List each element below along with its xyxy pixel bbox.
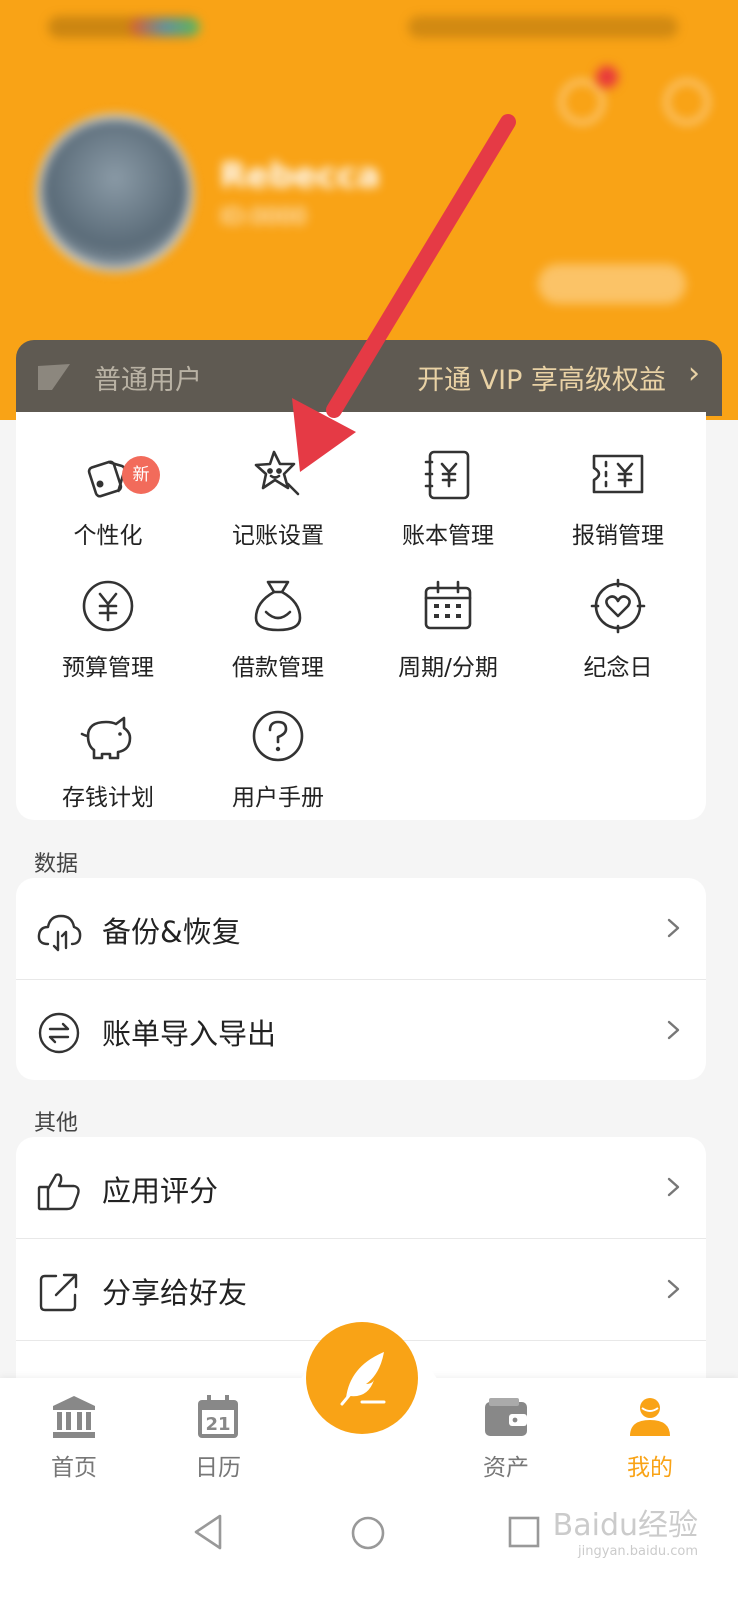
row-label: 账单导入导出 bbox=[102, 1017, 277, 1051]
grid-item-loan[interactable]: 借款管理 bbox=[192, 562, 364, 682]
grid-item-reimbursement[interactable]: 报销管理 bbox=[532, 430, 704, 550]
message-icon[interactable] bbox=[560, 80, 604, 124]
tab-label: 我的 bbox=[627, 1455, 673, 1481]
chevron-right-icon bbox=[667, 1020, 680, 1040]
chevron-right-icon: › bbox=[688, 356, 700, 391]
row-label: 备份&恢复 bbox=[102, 915, 241, 949]
share-icon bbox=[39, 1273, 78, 1312]
grid-item-label: 纪念日 bbox=[583, 655, 653, 681]
grid-item-savings-plan[interactable]: 存钱计划 bbox=[22, 692, 194, 812]
grid-item-label: 用户手册 bbox=[232, 785, 324, 811]
grid-item-bookkeeping-settings[interactable]: 记账设置 bbox=[192, 430, 364, 550]
wallet-icon bbox=[485, 1398, 527, 1436]
quill-icon bbox=[340, 1352, 386, 1406]
grid-item-label: 存钱计划 bbox=[62, 785, 154, 811]
yen-circle-icon bbox=[82, 580, 134, 632]
bank-icon bbox=[53, 1396, 95, 1438]
ledger-icon bbox=[424, 450, 470, 500]
grid-item-label: 记账设置 bbox=[232, 523, 324, 549]
user-icon bbox=[630, 1398, 670, 1436]
chevron-right-icon bbox=[667, 918, 680, 938]
row-backup-restore[interactable]: 备份&恢复 bbox=[16, 878, 706, 980]
grid-item-label: 个性化 bbox=[73, 523, 143, 549]
grid-item-label: 借款管理 bbox=[232, 655, 324, 681]
grid-item-label: 报销管理 bbox=[572, 523, 664, 549]
reimburse-ticket-icon bbox=[592, 454, 644, 494]
calendar-grid-icon bbox=[424, 580, 472, 630]
add-record-button[interactable] bbox=[306, 1322, 418, 1434]
grid-item-cycle-installment[interactable]: 周期/分期 bbox=[362, 562, 534, 682]
section-title-other: 其他 bbox=[34, 1111, 79, 1136]
thumbs-up-icon bbox=[37, 1173, 80, 1211]
watermark: Baidu经验 jingyan.baidu.com bbox=[553, 1500, 698, 1559]
grid-item-personalize[interactable]: 新 个性化 bbox=[22, 430, 194, 550]
tab-label: 首页 bbox=[51, 1455, 97, 1481]
grid-item-anniversary[interactable]: 纪念日 bbox=[532, 562, 704, 682]
profile-header: Rebecca ID:0000 普通用户 开通 VIP 享高级权益 › bbox=[0, 0, 738, 420]
settings-icon[interactable] bbox=[665, 80, 709, 124]
grid-item-label: 预算管理 bbox=[62, 655, 154, 681]
user-id: ID:0000 bbox=[220, 205, 307, 230]
watermark-text: Baidu经验 bbox=[552, 1508, 698, 1543]
calendar-date: 21 bbox=[205, 1414, 230, 1435]
row-rate-app[interactable]: 应用评分 bbox=[16, 1137, 706, 1239]
feature-grid: 新 个性化 记账设置 账本管理 报销管理 预算管理 借款管理 周期/分期 纪念日… bbox=[16, 412, 706, 820]
tab-mine[interactable]: 我的 bbox=[590, 1390, 710, 1486]
notification-dot bbox=[596, 66, 618, 88]
money-bag-icon bbox=[254, 580, 302, 632]
home-circle-icon[interactable] bbox=[349, 1514, 387, 1552]
tab-calendar[interactable]: 21 日历 bbox=[158, 1390, 278, 1486]
vip-badge-icon bbox=[38, 364, 70, 390]
new-badge: 新 bbox=[122, 456, 160, 494]
heart-target-icon bbox=[590, 578, 646, 634]
grid-item-label: 账本管理 bbox=[402, 523, 494, 549]
grid-item-user-manual[interactable]: 用户手册 bbox=[192, 692, 364, 812]
data-card: 备份&恢复 账单导入导出 bbox=[16, 878, 706, 1080]
grid-item-ledger-management[interactable]: 账本管理 bbox=[362, 430, 534, 550]
row-label: 分享给好友 bbox=[102, 1276, 248, 1310]
status-right bbox=[408, 16, 678, 38]
watermark-sub: jingyan.baidu.com bbox=[578, 1544, 698, 1559]
tab-assets[interactable]: 资产 bbox=[446, 1390, 566, 1486]
row-label: 应用评分 bbox=[102, 1174, 219, 1208]
tab-label: 资产 bbox=[483, 1455, 529, 1481]
question-circle-icon bbox=[252, 710, 304, 762]
section-title-data: 数据 bbox=[34, 852, 79, 877]
chevron-right-icon bbox=[667, 1279, 680, 1299]
status-bar bbox=[0, 14, 738, 42]
star-face-icon bbox=[254, 450, 300, 496]
calendar-icon: 21 bbox=[198, 1395, 238, 1438]
recents-square-icon[interactable] bbox=[506, 1514, 542, 1550]
avatar[interactable] bbox=[36, 114, 194, 272]
import-export-icon bbox=[38, 1012, 80, 1054]
row-import-export[interactable]: 账单导入导出 bbox=[16, 980, 706, 1082]
back-icon[interactable] bbox=[190, 1512, 226, 1552]
vip-level: 普通用户 bbox=[94, 365, 202, 396]
header-action-button[interactable] bbox=[538, 264, 686, 304]
tab-label: 日历 bbox=[195, 1455, 241, 1481]
vip-banner[interactable]: 普通用户 开通 VIP 享高级权益 › bbox=[16, 340, 722, 416]
cloud-sync-icon bbox=[37, 914, 82, 952]
status-app-icons bbox=[130, 18, 200, 36]
grid-item-budget[interactable]: 预算管理 bbox=[22, 562, 194, 682]
chevron-right-icon bbox=[667, 1177, 680, 1197]
vip-promo[interactable]: 开通 VIP 享高级权益 bbox=[417, 358, 666, 397]
grid-item-label: 周期/分期 bbox=[398, 655, 498, 681]
tab-home[interactable]: 首页 bbox=[14, 1390, 134, 1486]
piggy-bank-icon bbox=[80, 716, 132, 760]
username[interactable]: Rebecca bbox=[220, 156, 380, 196]
